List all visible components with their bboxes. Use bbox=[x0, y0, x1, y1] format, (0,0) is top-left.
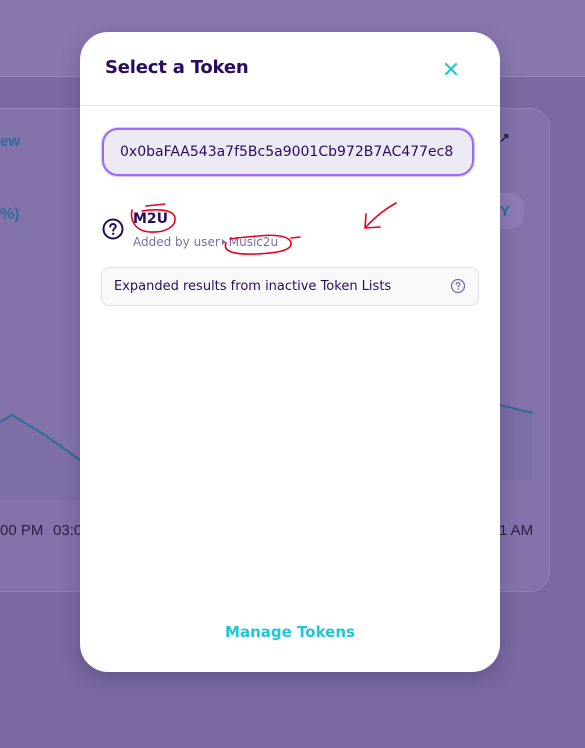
help-circle-icon bbox=[102, 218, 124, 240]
close-button[interactable] bbox=[438, 56, 464, 82]
manage-tokens-button[interactable]: Manage Tokens bbox=[80, 623, 500, 641]
close-icon bbox=[444, 62, 458, 76]
expanded-results-label: Expanded results from inactive Token Lis… bbox=[114, 279, 392, 294]
modal-header: Select a Token bbox=[80, 32, 500, 106]
token-symbol: M2U bbox=[133, 211, 169, 227]
background-chart-area-left bbox=[0, 415, 80, 500]
background-time-label-2: 03:0 bbox=[53, 522, 83, 539]
added-by-label: Added by user bbox=[133, 235, 220, 249]
select-token-modal: Select a Token M2U Added by userMusic2u … bbox=[80, 32, 500, 672]
background-button-label: Y bbox=[500, 203, 511, 220]
background-external-arrow-icon: ↗ bbox=[499, 130, 510, 145]
token-result-row[interactable]: M2U Added by user Music2u bbox=[102, 208, 478, 252]
background-chart-area-right bbox=[500, 405, 533, 480]
list-bullet-icon bbox=[221, 239, 226, 245]
background-view-link: ew bbox=[0, 133, 21, 150]
help-circle-icon[interactable] bbox=[450, 278, 466, 294]
token-search-input[interactable] bbox=[102, 128, 474, 176]
background-percent-text: %) bbox=[0, 206, 20, 223]
modal-title: Select a Token bbox=[105, 57, 249, 78]
background-time-label-1: 00 PM bbox=[0, 522, 44, 539]
expanded-results-banner[interactable]: Expanded results from inactive Token Lis… bbox=[101, 267, 479, 306]
background-time-label-3: 1 AM bbox=[499, 522, 534, 539]
token-added-by: Added by user Music2u bbox=[133, 235, 278, 249]
token-list-name: Music2u bbox=[228, 235, 279, 249]
